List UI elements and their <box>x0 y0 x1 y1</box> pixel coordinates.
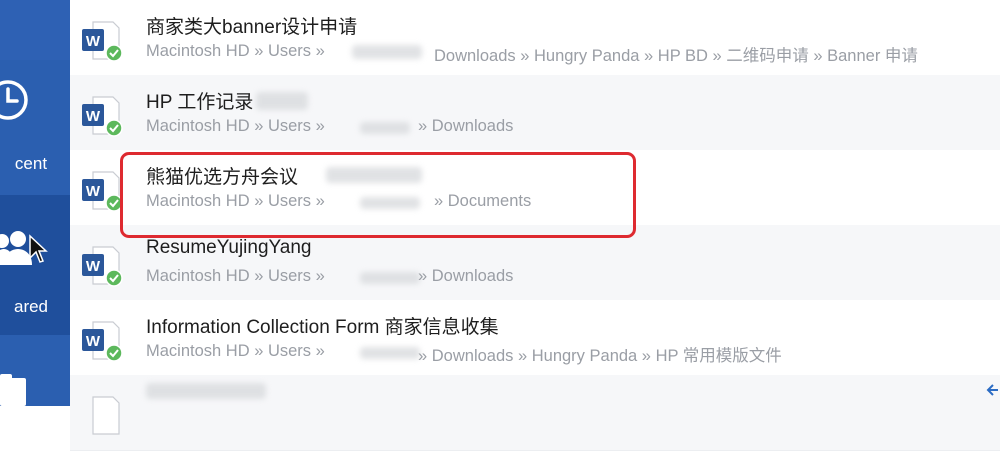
svg-text:W: W <box>86 258 101 275</box>
file-path: Macintosh HD » Users » <box>146 342 325 360</box>
file-name: 商家类大banner设计申请 <box>146 17 358 38</box>
recent-files-list: W 商家类大banner设计申请 Macintosh HD » Users » … <box>70 0 1000 451</box>
redacted-username <box>360 272 420 284</box>
redacted-username <box>352 45 422 59</box>
file-path: Macintosh HD » Users » <box>146 42 325 60</box>
redacted-username <box>360 347 420 359</box>
file-name: HP 工作记录 <box>146 92 254 113</box>
file-row[interactable]: W Information Collection Form 商家信息收集 Mac… <box>70 300 1000 376</box>
sidebar-top-band <box>0 0 70 60</box>
file-row[interactable]: W 商家类大banner设计申请 Macintosh HD » Users » … <box>70 0 1000 76</box>
sidebar-item-label: cent <box>14 154 48 173</box>
redacted-text <box>256 92 308 110</box>
file-path: » Downloads <box>418 267 514 285</box>
file-name: ResumeYujingYang <box>146 237 312 258</box>
file-path: Macintosh HD » Users » <box>146 192 325 210</box>
file-path: » Downloads <box>418 117 514 135</box>
folder-icon[interactable] <box>0 372 30 406</box>
sidebar-item-recent[interactable]: cent <box>0 70 70 180</box>
file-path: » Documents <box>434 192 532 210</box>
redacted-username <box>360 197 420 209</box>
sidebar-item-label: ared <box>13 297 49 316</box>
word-document-icon <box>92 396 120 435</box>
file-path: Macintosh HD » Users » <box>146 117 325 135</box>
file-name: Information Collection Form 商家信息收集 <box>146 317 499 338</box>
back-arrow-icon[interactable] <box>986 382 1000 398</box>
word-document-icon: W <box>82 96 123 137</box>
svg-text:W: W <box>86 33 101 50</box>
word-document-icon: W <box>82 321 123 362</box>
file-row[interactable] <box>70 375 1000 451</box>
svg-text:W: W <box>86 333 101 350</box>
file-row[interactable]: W HP 工作记录 Macintosh HD » Users » » Downl… <box>70 75 1000 151</box>
file-row[interactable]: W 熊猫优选方舟会议 Macintosh HD » Users » » Docu… <box>70 150 1000 226</box>
word-document-icon: W <box>82 246 123 287</box>
redacted-username <box>360 122 410 134</box>
file-name: 熊猫优选方舟会议 <box>146 167 299 188</box>
word-document-icon: W <box>82 21 123 62</box>
sidebar: cent ared <box>0 0 70 406</box>
file-path: Downloads » Hungry Panda » HP BD » 二维码申请… <box>434 47 918 65</box>
redacted-text <box>326 167 422 183</box>
file-path: » Downloads » Hungry Panda » HP 常用模版文件 <box>418 347 782 365</box>
file-path: Macintosh HD » Users » <box>146 267 325 285</box>
clock-icon <box>0 80 28 120</box>
svg-text:W: W <box>86 183 101 200</box>
mouse-cursor-icon <box>29 234 48 263</box>
svg-text:W: W <box>86 108 101 125</box>
sidebar-item-shared[interactable]: ared <box>0 215 70 325</box>
word-document-icon: W <box>82 171 123 212</box>
file-row[interactable]: W ResumeYujingYang Macintosh HD » Users … <box>70 225 1000 301</box>
redacted-text <box>146 383 266 399</box>
